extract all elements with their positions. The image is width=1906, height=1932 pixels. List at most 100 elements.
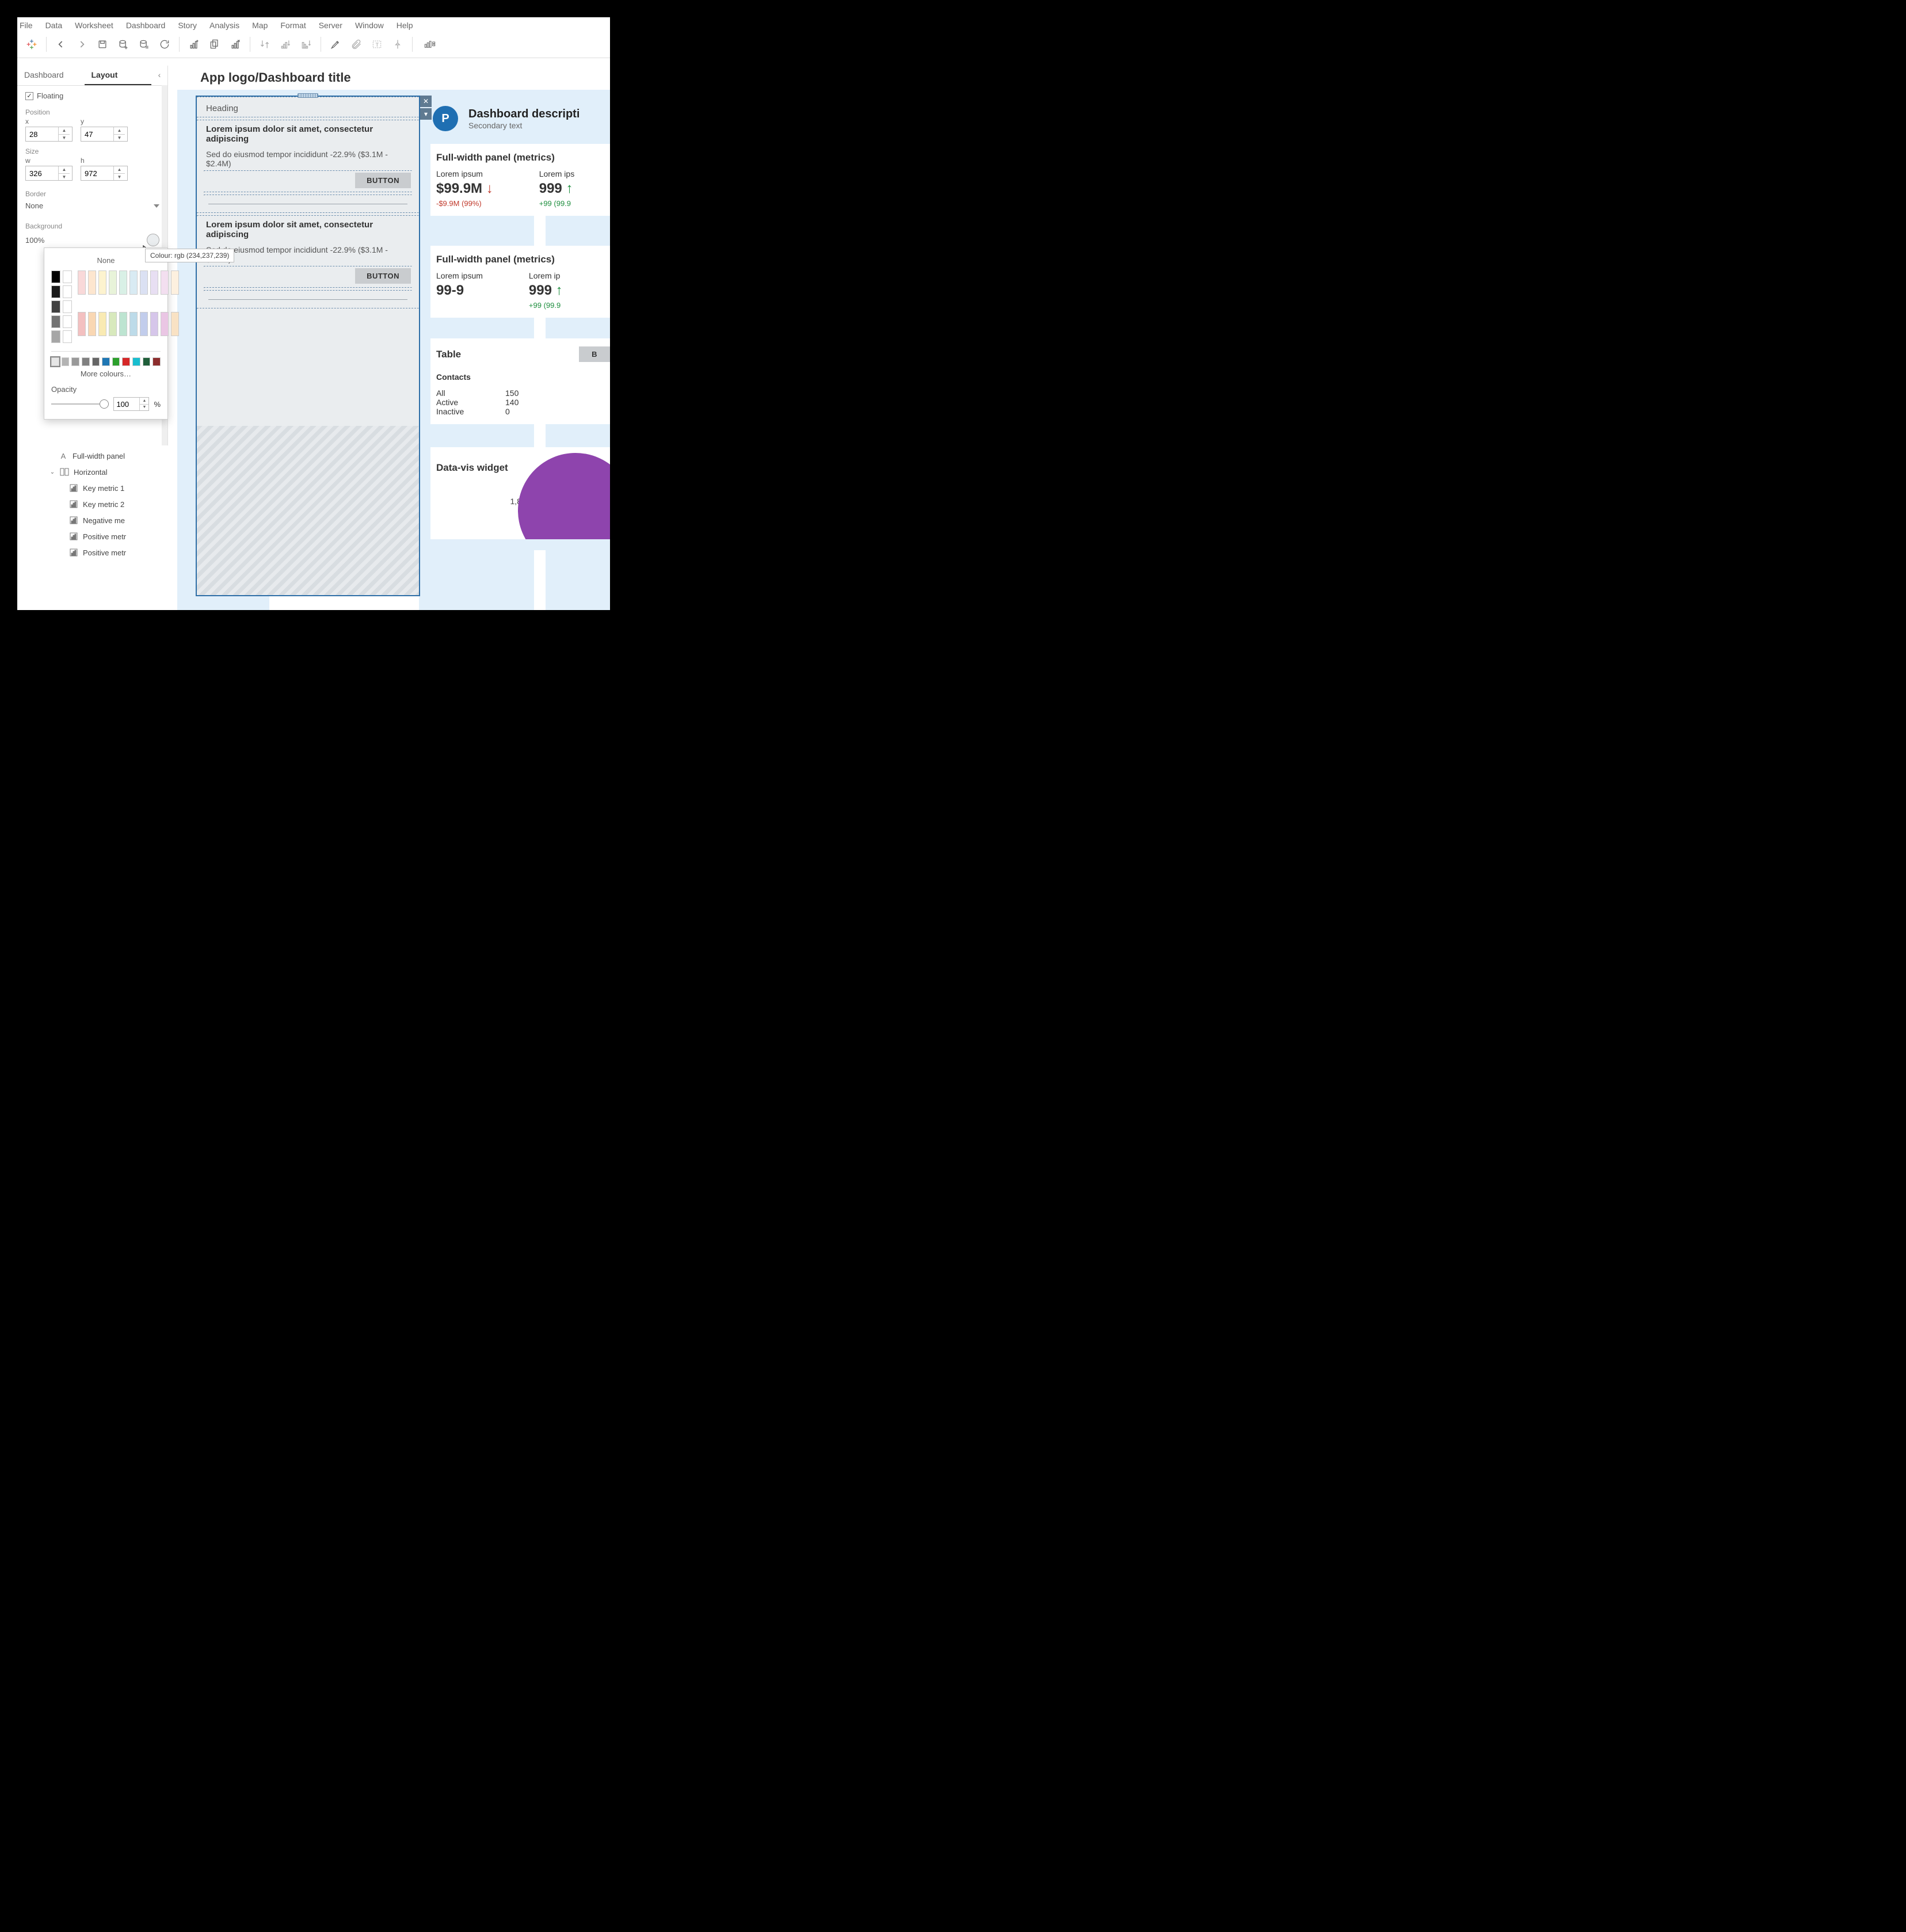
tree-item[interactable]: Positive metr	[33, 528, 165, 544]
refresh-icon[interactable]	[156, 37, 173, 52]
pin-icon[interactable]	[389, 37, 406, 52]
colour-swatch[interactable]	[102, 357, 110, 366]
colour-swatch[interactable]	[171, 312, 179, 336]
colour-swatch[interactable]	[51, 330, 60, 343]
colour-swatch[interactable]	[140, 270, 148, 295]
chevron-down-icon[interactable]: ▾	[420, 108, 432, 120]
menu-worksheet[interactable]: Worksheet	[75, 21, 113, 30]
colour-swatch[interactable]	[129, 312, 138, 336]
w-input[interactable]: ▲▼	[25, 166, 73, 181]
card-button[interactable]: BUTTON	[355, 268, 411, 284]
menu-server[interactable]: Server	[319, 21, 342, 30]
forward-icon[interactable]	[73, 37, 90, 52]
colour-none[interactable]: None	[51, 256, 161, 265]
colour-swatch[interactable]	[161, 312, 169, 336]
x-input[interactable]: ▲▼	[25, 127, 73, 142]
colour-swatch[interactable]	[88, 312, 96, 336]
colour-swatch[interactable]	[161, 270, 169, 295]
colour-swatch[interactable]	[51, 270, 60, 283]
colour-swatch[interactable]	[63, 315, 72, 328]
card-button[interactable]: BUTTON	[355, 173, 411, 188]
text-annotate-icon[interactable]: T	[368, 37, 386, 52]
drag-handle-icon[interactable]	[298, 93, 318, 98]
new-datasource-icon[interactable]	[115, 37, 132, 52]
tableau-logo-icon[interactable]	[23, 37, 40, 52]
colour-swatch[interactable]	[171, 270, 179, 295]
tab-layout[interactable]: Layout	[85, 66, 152, 85]
collapse-panel-icon[interactable]: ‹	[151, 66, 167, 85]
opacity-input[interactable]: ▲▼	[113, 397, 149, 411]
menu-map[interactable]: Map	[252, 21, 268, 30]
menu-analysis[interactable]: Analysis	[209, 21, 239, 30]
colour-swatch[interactable]	[63, 270, 72, 283]
colour-swatch[interactable]	[129, 270, 138, 295]
back-icon[interactable]	[52, 37, 70, 52]
colour-swatch[interactable]	[109, 270, 117, 295]
colour-swatch[interactable]	[51, 315, 60, 328]
opacity-slider[interactable]	[51, 400, 109, 408]
colour-swatch[interactable]	[153, 357, 161, 366]
menu-help[interactable]: Help	[397, 21, 413, 30]
colour-swatch[interactable]	[82, 357, 90, 366]
colour-swatch[interactable]	[143, 357, 151, 366]
show-me-icon[interactable]	[418, 37, 441, 52]
tab-dashboard[interactable]: Dashboard	[17, 66, 85, 85]
new-worksheet-icon[interactable]	[185, 37, 203, 52]
tree-item[interactable]: Negative me	[33, 512, 165, 528]
duplicate-sheet-icon[interactable]	[206, 37, 223, 52]
menu-story[interactable]: Story	[178, 21, 197, 30]
colour-swatch[interactable]	[78, 270, 86, 295]
pause-datasource-icon[interactable]	[135, 37, 153, 52]
floating-container[interactable]: ✕ ▾ Heading Lorem ipsum dolor sit amet, …	[196, 96, 420, 596]
colour-swatch[interactable]	[109, 312, 117, 336]
table-button[interactable]: B	[579, 346, 610, 362]
chevron-down-icon[interactable]: ⌄	[49, 469, 55, 475]
colour-swatch[interactable]	[150, 312, 158, 336]
colour-swatch[interactable]	[150, 270, 158, 295]
menu-format[interactable]: Format	[280, 21, 306, 30]
menu-dashboard[interactable]: Dashboard	[126, 21, 166, 30]
colour-swatch[interactable]	[98, 270, 106, 295]
sort-desc-icon[interactable]	[298, 37, 315, 52]
colour-swatch[interactable]	[132, 357, 140, 366]
colour-swatch[interactable]	[63, 285, 72, 298]
floating-checkbox[interactable]	[25, 92, 33, 100]
close-icon[interactable]: ✕	[420, 96, 432, 107]
colour-swatch[interactable]	[140, 312, 148, 336]
more-colours[interactable]: More colours…	[51, 369, 161, 378]
colour-swatch[interactable]	[78, 312, 86, 336]
colour-swatch[interactable]	[98, 312, 106, 336]
y-input[interactable]: ▲▼	[81, 127, 128, 142]
swap-icon[interactable]	[256, 37, 273, 52]
colour-swatch[interactable]	[63, 300, 72, 313]
colour-swatch[interactable]	[112, 357, 120, 366]
colour-swatch[interactable]	[92, 357, 100, 366]
menu-file[interactable]: File	[20, 21, 33, 30]
background-swatch[interactable]	[147, 234, 159, 246]
colour-swatch[interactable]	[88, 270, 96, 295]
menu-window[interactable]: Window	[355, 21, 384, 30]
colour-swatch[interactable]	[51, 285, 60, 298]
colour-swatch[interactable]	[119, 312, 127, 336]
colour-swatch[interactable]	[119, 270, 127, 295]
clear-sheet-icon[interactable]	[227, 37, 244, 52]
tree-item[interactable]: Positive metr	[33, 544, 165, 561]
colour-swatch[interactable]	[51, 300, 60, 313]
colour-swatch[interactable]	[71, 357, 79, 366]
highlight-icon[interactable]	[327, 37, 344, 52]
tree-item[interactable]: A Full-width panel	[33, 448, 165, 464]
colour-swatch[interactable]	[63, 330, 72, 343]
border-dropdown[interactable]: None	[25, 199, 159, 213]
sort-asc-icon[interactable]	[277, 37, 294, 52]
h-input[interactable]: ▲▼	[81, 166, 128, 181]
tree-item[interactable]: ⌄ Horizontal	[33, 464, 165, 480]
save-icon[interactable]	[94, 37, 111, 52]
menu-data[interactable]: Data	[45, 21, 63, 30]
empty-drop-zone[interactable]	[197, 426, 419, 595]
tree-item[interactable]: Key metric 1	[33, 480, 165, 496]
tree-item[interactable]: Key metric 2	[33, 496, 165, 512]
attachment-icon[interactable]	[348, 37, 365, 52]
colour-swatch[interactable]	[122, 357, 130, 366]
colour-swatch[interactable]	[62, 357, 70, 366]
colour-swatch[interactable]	[51, 357, 59, 366]
